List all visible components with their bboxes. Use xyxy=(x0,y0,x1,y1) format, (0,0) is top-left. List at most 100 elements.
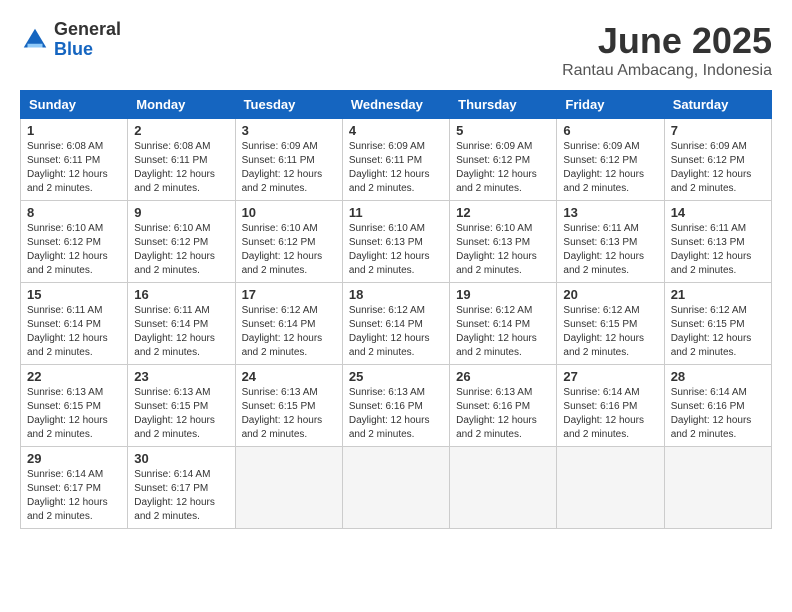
col-monday: Monday xyxy=(128,91,235,119)
day-number: 4 xyxy=(349,123,443,138)
calendar-cell-day-14: 14 Sunrise: 6:11 AMSunset: 6:13 PMDayligh… xyxy=(664,201,771,283)
day-number: 11 xyxy=(349,205,443,220)
day-info: Sunrise: 6:11 AMSunset: 6:14 PMDaylight:… xyxy=(134,304,228,360)
day-info: Sunrise: 6:14 AMSunset: 6:17 PMDaylight:… xyxy=(134,468,228,524)
day-number: 16 xyxy=(134,287,228,302)
calendar-cell-day-12: 12 Sunrise: 6:10 AMSunset: 6:13 PMDayligh… xyxy=(450,201,557,283)
day-number: 13 xyxy=(563,205,657,220)
day-info: Sunrise: 6:13 AMSunset: 6:15 PMDaylight:… xyxy=(242,386,336,442)
calendar-cell-day-3: 3Sunrise: 6:09 AMSunset: 6:11 PMDaylight… xyxy=(235,119,342,201)
logo-blue: Blue xyxy=(54,40,121,60)
calendar-cell-day-20: 20 Sunrise: 6:12 AMSunset: 6:15 PMDayligh… xyxy=(557,283,664,365)
day-number: 21 xyxy=(671,287,765,302)
calendar-cell-empty xyxy=(664,447,771,529)
col-friday: Friday xyxy=(557,91,664,119)
day-number: 30 xyxy=(134,451,228,466)
logo-general: General xyxy=(54,20,121,40)
day-number: 27 xyxy=(563,369,657,384)
calendar-cell-day-2: 2Sunrise: 6:08 AMSunset: 6:11 PMDaylight… xyxy=(128,119,235,201)
day-info: Sunrise: 6:13 AMSunset: 6:16 PMDaylight:… xyxy=(349,386,443,442)
page-header: General Blue June 2025 Rantau Ambacang, … xyxy=(20,20,772,80)
day-info: Sunrise: 6:11 AMSunset: 6:13 PMDaylight:… xyxy=(563,222,657,278)
day-info: Sunrise: 6:12 AMSunset: 6:15 PMDaylight:… xyxy=(671,304,765,360)
calendar-cell-day-9: 9 Sunrise: 6:10 AMSunset: 6:12 PMDaylight… xyxy=(128,201,235,283)
calendar-cell-day-30: 30 Sunrise: 6:14 AMSunset: 6:17 PMDayligh… xyxy=(128,447,235,529)
calendar-cell-day-15: 15 Sunrise: 6:11 AMSunset: 6:14 PMDayligh… xyxy=(21,283,128,365)
day-number: 7 xyxy=(671,123,765,138)
day-number: 24 xyxy=(242,369,336,384)
day-info: Sunrise: 6:13 AMSunset: 6:16 PMDaylight:… xyxy=(456,386,550,442)
day-number: 10 xyxy=(242,205,336,220)
calendar-cell-day-27: 27 Sunrise: 6:14 AMSunset: 6:16 PMDayligh… xyxy=(557,365,664,447)
calendar-cell-day-13: 13 Sunrise: 6:11 AMSunset: 6:13 PMDayligh… xyxy=(557,201,664,283)
day-number: 9 xyxy=(134,205,228,220)
day-info: Sunrise: 6:11 AMSunset: 6:14 PMDaylight:… xyxy=(27,304,121,360)
day-info: Sunrise: 6:10 AMSunset: 6:12 PMDaylight:… xyxy=(134,222,228,278)
day-number: 23 xyxy=(134,369,228,384)
day-info: Sunrise: 6:10 AMSunset: 6:13 PMDaylight:… xyxy=(456,222,550,278)
calendar-cell-day-29: 29 Sunrise: 6:14 AMSunset: 6:17 PMDayligh… xyxy=(21,447,128,529)
day-info: Sunrise: 6:13 AMSunset: 6:15 PMDaylight:… xyxy=(134,386,228,442)
day-info: Sunrise: 6:14 AMSunset: 6:16 PMDaylight:… xyxy=(671,386,765,442)
calendar-row: 22Sunrise: 6:13 AMSunset: 6:15 PMDayligh… xyxy=(21,365,772,447)
day-number: 19 xyxy=(456,287,550,302)
logo-text: General Blue xyxy=(54,20,121,60)
month-title: June 2025 xyxy=(562,20,772,62)
day-number: 1 xyxy=(27,123,121,138)
day-number: 14 xyxy=(671,205,765,220)
calendar-cell-day-24: 24 Sunrise: 6:13 AMSunset: 6:15 PMDayligh… xyxy=(235,365,342,447)
day-info: Sunrise: 6:10 AMSunset: 6:12 PMDaylight:… xyxy=(27,222,121,278)
day-number: 5 xyxy=(456,123,550,138)
calendar-cell-day-22: 22Sunrise: 6:13 AMSunset: 6:15 PMDayligh… xyxy=(21,365,128,447)
calendar-cell-day-16: 16 Sunrise: 6:11 AMSunset: 6:14 PMDayligh… xyxy=(128,283,235,365)
calendar-row: 15 Sunrise: 6:11 AMSunset: 6:14 PMDayligh… xyxy=(21,283,772,365)
calendar-cell-day-7: 7 Sunrise: 6:09 AMSunset: 6:12 PMDaylight… xyxy=(664,119,771,201)
day-number: 28 xyxy=(671,369,765,384)
calendar-row: 29 Sunrise: 6:14 AMSunset: 6:17 PMDayligh… xyxy=(21,447,772,529)
calendar-cell-day-4: 4 Sunrise: 6:09 AMSunset: 6:11 PMDaylight… xyxy=(342,119,449,201)
day-info: Sunrise: 6:09 AMSunset: 6:12 PMDaylight:… xyxy=(563,140,657,196)
day-number: 17 xyxy=(242,287,336,302)
calendar-cell-day-6: 6Sunrise: 6:09 AMSunset: 6:12 PMDaylight… xyxy=(557,119,664,201)
calendar-row: 1 Sunrise: 6:08 AMSunset: 6:11 PMDaylight… xyxy=(21,119,772,201)
calendar-cell-day-11: 11 Sunrise: 6:10 AMSunset: 6:13 PMDayligh… xyxy=(342,201,449,283)
day-info: Sunrise: 6:11 AMSunset: 6:13 PMDaylight:… xyxy=(671,222,765,278)
day-number: 20 xyxy=(563,287,657,302)
day-number: 12 xyxy=(456,205,550,220)
day-info: Sunrise: 6:14 AMSunset: 6:16 PMDaylight:… xyxy=(563,386,657,442)
day-number: 26 xyxy=(456,369,550,384)
calendar-cell-day-10: 10Sunrise: 6:10 AMSunset: 6:12 PMDayligh… xyxy=(235,201,342,283)
calendar-cell-day-8: 8 Sunrise: 6:10 AMSunset: 6:12 PMDaylight… xyxy=(21,201,128,283)
calendar-cell-day-19: 19 Sunrise: 6:12 AMSunset: 6:14 PMDayligh… xyxy=(450,283,557,365)
calendar-cell-empty xyxy=(235,447,342,529)
logo-icon xyxy=(20,25,50,55)
calendar-cell-day-28: 28 Sunrise: 6:14 AMSunset: 6:16 PMDayligh… xyxy=(664,365,771,447)
calendar-row: 8 Sunrise: 6:10 AMSunset: 6:12 PMDaylight… xyxy=(21,201,772,283)
day-info: Sunrise: 6:08 AMSunset: 6:11 PMDaylight:… xyxy=(134,140,228,196)
day-info: Sunrise: 6:09 AMSunset: 6:11 PMDaylight:… xyxy=(349,140,443,196)
col-thursday: Thursday xyxy=(450,91,557,119)
day-number: 29 xyxy=(27,451,121,466)
location: Rantau Ambacang, Indonesia xyxy=(562,62,772,80)
day-number: 25 xyxy=(349,369,443,384)
day-info: Sunrise: 6:09 AMSunset: 6:12 PMDaylight:… xyxy=(456,140,550,196)
day-number: 15 xyxy=(27,287,121,302)
title-area: June 2025 Rantau Ambacang, Indonesia xyxy=(562,20,772,80)
day-info: Sunrise: 6:13 AMSunset: 6:15 PMDaylight:… xyxy=(27,386,121,442)
calendar-table: Sunday Monday Tuesday Wednesday Thursday… xyxy=(20,90,772,529)
day-number: 8 xyxy=(27,205,121,220)
day-number: 18 xyxy=(349,287,443,302)
day-info: Sunrise: 6:14 AMSunset: 6:17 PMDaylight:… xyxy=(27,468,121,524)
calendar-cell-day-25: 25 Sunrise: 6:13 AMSunset: 6:16 PMDayligh… xyxy=(342,365,449,447)
day-info: Sunrise: 6:12 AMSunset: 6:14 PMDaylight:… xyxy=(456,304,550,360)
calendar-cell-day-23: 23 Sunrise: 6:13 AMSunset: 6:15 PMDayligh… xyxy=(128,365,235,447)
day-info: Sunrise: 6:12 AMSunset: 6:15 PMDaylight:… xyxy=(563,304,657,360)
calendar-cell-day-21: 21 Sunrise: 6:12 AMSunset: 6:15 PMDayligh… xyxy=(664,283,771,365)
day-info: Sunrise: 6:12 AMSunset: 6:14 PMDaylight:… xyxy=(349,304,443,360)
day-info: Sunrise: 6:09 AMSunset: 6:12 PMDaylight:… xyxy=(671,140,765,196)
calendar-cell-day-17: 17Sunrise: 6:12 AMSunset: 6:14 PMDayligh… xyxy=(235,283,342,365)
calendar-cell-day-26: 26 Sunrise: 6:13 AMSunset: 6:16 PMDayligh… xyxy=(450,365,557,447)
day-info: Sunrise: 6:10 AMSunset: 6:13 PMDaylight:… xyxy=(349,222,443,278)
calendar-header-row: Sunday Monday Tuesday Wednesday Thursday… xyxy=(21,91,772,119)
calendar-cell-day-5: 5 Sunrise: 6:09 AMSunset: 6:12 PMDaylight… xyxy=(450,119,557,201)
